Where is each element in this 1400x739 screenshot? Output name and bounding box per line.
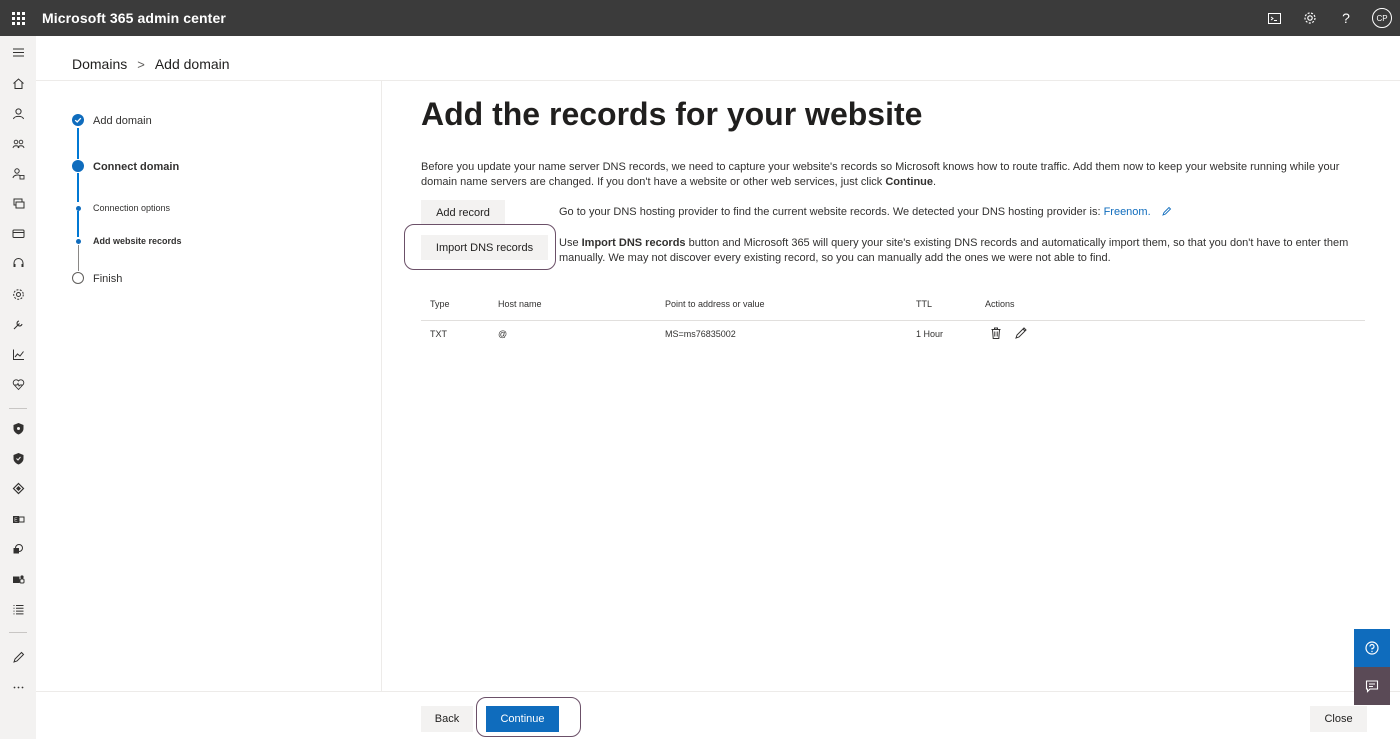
import-dns-records-button[interactable]: Import DNS records [421,235,548,260]
sharepoint-icon[interactable] [0,539,36,559]
setup-icon[interactable] [0,314,36,334]
user-profile-button[interactable]: CP [1364,0,1400,36]
substep-dot [75,238,81,244]
compliance-icon[interactable] [0,448,36,468]
wizard-stepper: Add domain Connect domain Connection opt… [36,81,382,691]
app-launcher-icon[interactable] [0,0,36,36]
settings-icon[interactable] [0,284,36,304]
all-admin-centers-icon[interactable] [0,599,36,619]
column-header-type: Type [430,299,450,309]
substep-connection-options: Connection options [93,203,171,213]
more-icon[interactable] [0,677,36,697]
step-connector [77,128,79,159]
health-icon[interactable] [0,374,36,394]
app-title[interactable]: Microsoft 365 admin center [42,10,226,26]
step-complete-check-icon [72,114,84,126]
support-icon[interactable] [0,253,36,273]
feedback-icon [1365,680,1379,693]
step-pending-circle [72,272,84,284]
breadcrumb-current: Add domain [154,56,230,72]
continue-button[interactable]: Continue [486,706,559,732]
help-circle-icon [1365,641,1379,655]
teams-icon[interactable] [0,569,36,589]
step-connector [77,173,79,202]
customize-icon[interactable] [0,647,36,667]
substep-add-website-records: Add website records [93,236,182,246]
page-title: Add the records for your website [421,96,923,132]
roles-icon[interactable] [0,163,36,183]
floating-help-button[interactable] [1354,629,1390,667]
add-record-description: Go to your DNS hosting provider to find … [559,205,1359,220]
floating-feedback-button[interactable] [1354,667,1390,705]
exchange-icon[interactable]: E [0,509,36,529]
add-record-button[interactable]: Add record [421,200,505,225]
security-icon[interactable] [0,418,36,438]
step-connect-domain: Connect domain [93,161,180,173]
left-nav-rail: E [0,36,36,739]
intro-text: Before you update your name server DNS r… [421,161,1340,188]
import-description: Use Import DNS records button and Micros… [559,237,1349,264]
reports-icon[interactable] [0,344,36,364]
breadcrumb: Domains > Add domain [72,55,230,73]
settings-gear-icon[interactable] [1292,0,1328,36]
hamburger-icon[interactable] [0,42,36,62]
step-connector [78,245,79,271]
column-header-host: Host name [498,299,542,309]
step-current-dot [72,160,84,172]
user-icon[interactable] [0,103,36,123]
groups-icon[interactable] [0,133,36,153]
footer-divider [36,691,1400,692]
cell-host: @ [498,329,508,339]
step-finish: Finish [93,273,123,285]
step-connector [77,211,79,237]
terminal-icon[interactable] [1256,0,1292,36]
avatar: CP [1372,8,1392,28]
cell-type: TXT [430,329,447,339]
edit-icon[interactable] [1014,326,1028,340]
top-header: Microsoft 365 admin center ? CP [0,0,1400,36]
substep-dot [75,205,81,211]
billing-icon[interactable] [0,223,36,243]
endpoint-icon[interactable] [0,478,36,498]
chevron-right-icon: > [137,56,145,72]
delete-icon[interactable] [989,326,1003,340]
column-header-actions: Actions [985,299,1015,309]
column-header-ttl: TTL [916,299,933,309]
resources-icon[interactable] [0,193,36,213]
cell-ttl: 1 Hour [916,329,944,339]
table-header-divider [421,320,1365,321]
edit-provider-icon[interactable] [1161,206,1172,216]
dns-provider-link[interactable]: Freenom. [1104,206,1151,218]
help-icon[interactable]: ? [1328,0,1364,36]
home-icon[interactable] [0,73,36,93]
step-add-domain: Add domain [93,115,152,127]
cell-value: MS=ms76835002 [665,329,736,339]
breadcrumb-domains-link[interactable]: Domains [72,56,127,72]
column-header-value: Point to address or value [665,299,765,309]
close-button[interactable]: Close [1310,706,1367,732]
back-button[interactable]: Back [421,706,473,732]
